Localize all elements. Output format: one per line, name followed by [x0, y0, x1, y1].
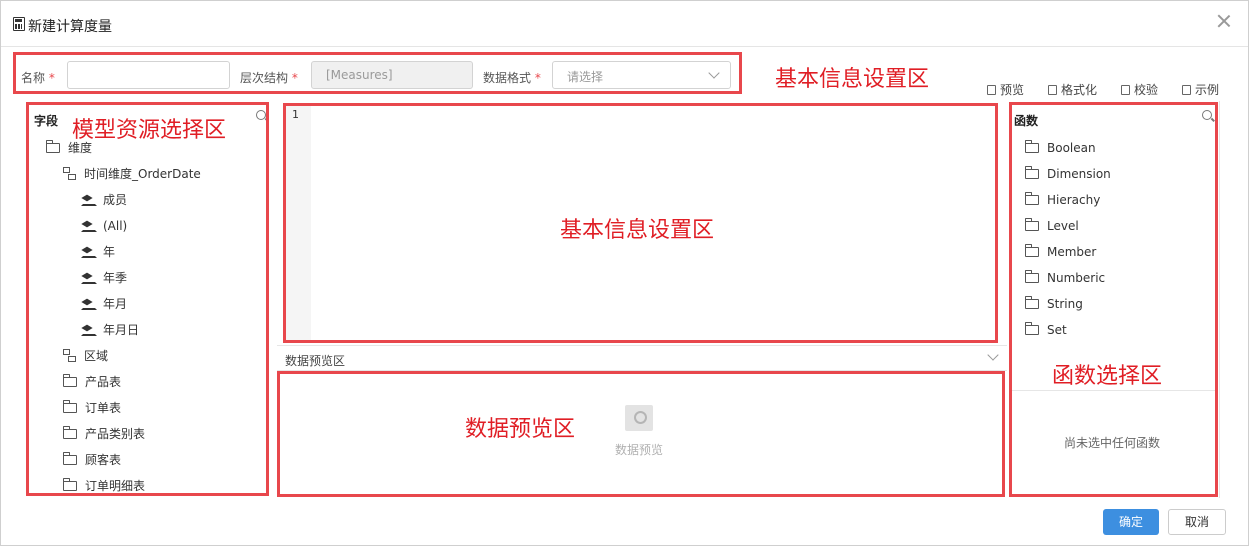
format-icon — [1048, 85, 1057, 95]
function-select-annotation: 函数选择区 — [1052, 364, 1163, 389]
data-preview-annotation-box — [277, 371, 1005, 497]
basic-info-annotation-box — [13, 52, 742, 94]
preview-icon — [987, 85, 996, 95]
cancel-button[interactable]: 取消 — [1168, 509, 1226, 535]
collapse-chevron-icon[interactable] — [987, 349, 999, 361]
confirm-button[interactable]: 确定 — [1103, 509, 1159, 535]
format-button[interactable]: 格式化 — [1048, 81, 1097, 98]
validate-button[interactable]: 校验 — [1121, 81, 1158, 98]
close-icon[interactable] — [1216, 13, 1232, 29]
data-preview-annotation: 数据预览区 — [465, 417, 576, 442]
calculator-icon — [13, 17, 25, 31]
example-button[interactable]: 示例 — [1182, 81, 1219, 98]
validate-icon — [1121, 85, 1130, 95]
data-preview-bar-label: 数据预览区 — [285, 354, 346, 368]
basic-info-annotation: 基本信息设置区 — [775, 67, 930, 92]
dialog-titlebar: 新建计算度量 — [1, 1, 1248, 47]
data-preview-bar[interactable]: 数据预览区 — [277, 345, 1007, 371]
example-icon — [1182, 85, 1191, 95]
dialog-title: 新建计算度量 — [28, 19, 112, 35]
function-select-annotation-box — [1009, 102, 1218, 497]
new-calculated-measure-dialog: 新建计算度量 名称 * 层次结构 * [Measures] 数据格式 * 请选择… — [0, 0, 1249, 546]
model-resource-annotation-box — [26, 102, 269, 496]
editor-annotation: 基本信息设置区 — [560, 218, 715, 243]
panel-border — [1219, 101, 1220, 498]
model-resource-annotation: 模型资源选择区 — [72, 118, 227, 143]
preview-button[interactable]: 预览 — [987, 81, 1024, 98]
